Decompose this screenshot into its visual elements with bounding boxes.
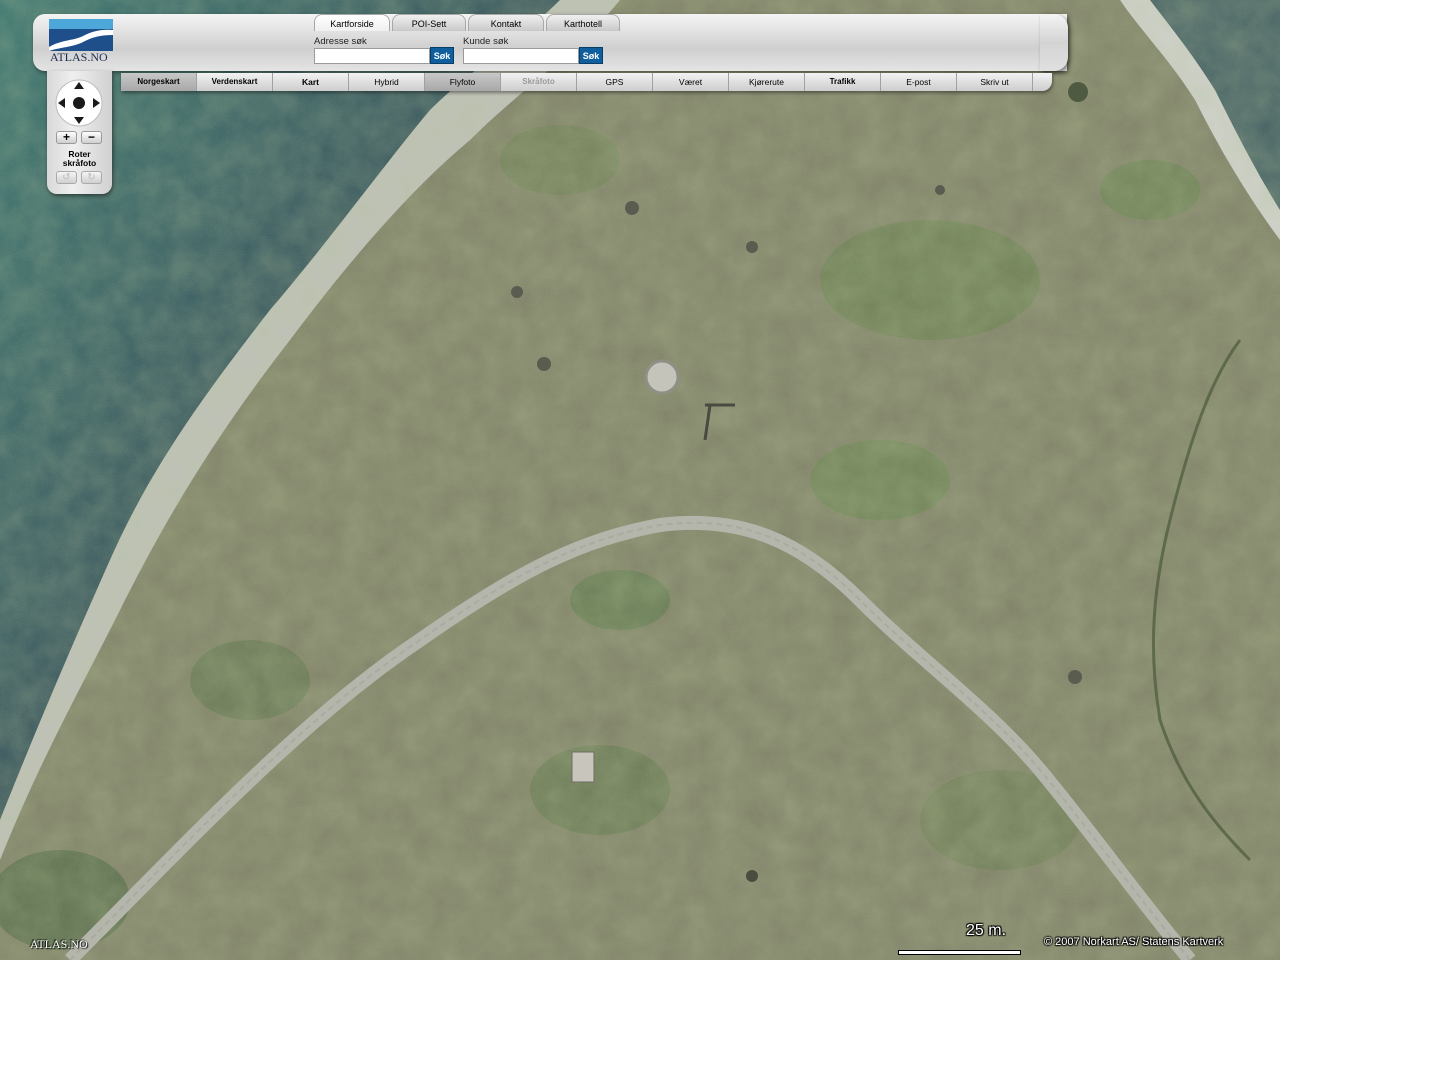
tab-poi-sett[interactable]: POI-Sett [392, 14, 466, 31]
logo-text: ATLAS.NO [50, 50, 108, 64]
nav-skrafoto[interactable]: Skråfoto [501, 73, 577, 91]
customer-search-label: Kunde søk [463, 36, 509, 47]
tab-kontakt[interactable]: Kontakt [468, 14, 544, 31]
nav-flyfoto[interactable]: Flyfoto [425, 73, 501, 91]
nav-skriv-ut[interactable]: Skriv ut [957, 73, 1033, 91]
nav-norgeskart[interactable]: Norgeskart [121, 73, 197, 91]
nav-hybrid[interactable]: Hybrid [349, 73, 425, 91]
rotate-label-line2: skråfoto [62, 158, 97, 168]
address-search-button[interactable]: Søk [430, 47, 454, 64]
rotate-left-button[interactable]: ↺ [56, 171, 77, 184]
nav-epost[interactable]: E-post [881, 73, 957, 91]
tab-kartforside[interactable]: Kartforside [314, 14, 390, 31]
address-search-label: Adresse søk [314, 36, 367, 47]
nav-kart[interactable]: Kart [273, 73, 349, 91]
nav-trafikk[interactable]: Trafikk [805, 73, 881, 91]
scale-label: 25 m. [966, 922, 1007, 939]
pan-control-icon[interactable] [55, 79, 103, 127]
top-tabs: Kartforside POI-Sett Kontakt Karthotell [314, 14, 622, 31]
scale-bar [898, 950, 1021, 955]
nav-varet[interactable]: Været [653, 73, 729, 91]
map-control-panel: + − Roter skråfoto ↺ ↻ [47, 71, 112, 194]
customer-search-input[interactable] [463, 48, 579, 64]
map-viewport[interactable]: ATLAS.NO 25 m. © 2007 Norkart AS/ Staten… [0, 0, 1280, 960]
tab-karthotell[interactable]: Karthotell [546, 14, 620, 31]
address-search-input[interactable] [314, 48, 430, 64]
zoom-out-button[interactable]: − [81, 131, 102, 144]
nav-kjorerute[interactable]: Kjørerute [729, 73, 805, 91]
zoom-in-button[interactable]: + [56, 131, 77, 144]
aerial-photo [0, 0, 1280, 960]
map-watermark: ATLAS.NO [30, 937, 88, 951]
copyright-text: © 2007 Norkart AS/ Statens Kartverk [1044, 936, 1224, 948]
nav-gps[interactable]: GPS [577, 73, 653, 91]
rotate-right-button[interactable]: ↻ [81, 171, 102, 184]
header-panel-end [1040, 14, 1068, 71]
map-type-navbar: Norgeskart Verdenskart Kart Hybrid Flyfo… [121, 73, 1052, 91]
customer-search-button[interactable]: Søk [579, 47, 603, 64]
nav-verdenskart[interactable]: Verdenskart [197, 73, 273, 91]
